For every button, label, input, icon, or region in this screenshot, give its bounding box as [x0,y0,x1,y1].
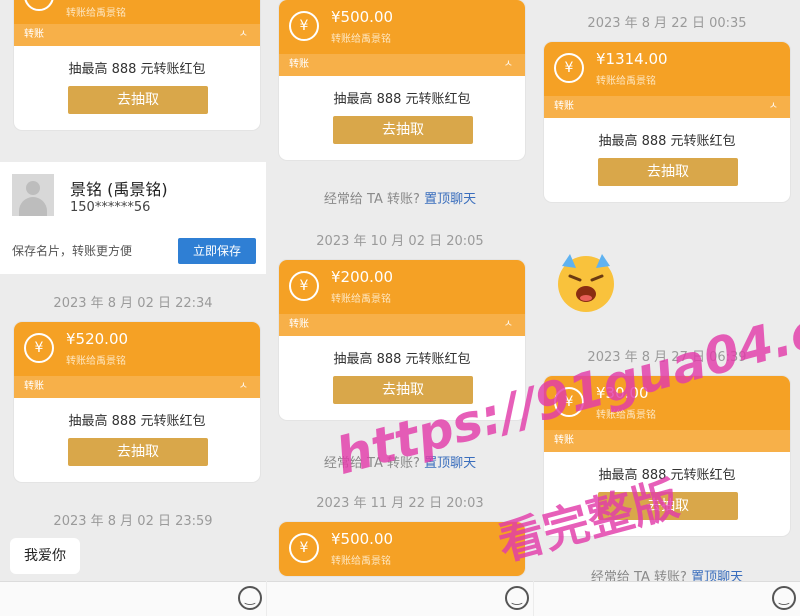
timestamp: 2023 年 11 月 22 日 20:03 [316,496,484,511]
transfer-note: 转账给禹景铭 [596,410,656,421]
sticky-prompt-text: 经常给 TA 转账? [323,192,420,207]
transfer-card[interactable]: ¥ ¥500.00 转账给禹景铭 [279,522,525,576]
transfer-label: 转账 [289,319,309,330]
contact-card[interactable]: 景铭 (禹景铭) 150******56 保存名片，转账更方便 立即保存 [0,162,266,274]
timestamp: 2023 年 10 月 02 日 20:05 [316,234,484,249]
promo-text: 抽最高 888 元转账红包 [68,414,206,429]
transfer-card[interactable]: ¥ 转账给禹景铭 转账 ㅅ 抽最高 888 元转账红包 去抽取 [14,0,260,130]
promo-section: 抽最高 888 元转账红包 去抽取 [279,76,525,160]
transfer-mark-icon: ㅅ [768,101,778,112]
transfer-card[interactable]: ¥ ¥1314.00 转账给禹景铭 转账 ㅅ 抽最高 888 元转账红包 去抽取 [544,42,790,202]
transfer-note: 转账给禹景铭 [66,356,126,367]
promo-text: 抽最高 888 元转账红包 [598,468,736,483]
smile-icon[interactable]: ‿ [238,586,262,610]
promo-section: 抽最高 888 元转账红包 去抽取 [14,398,260,482]
promo-section: 抽最高 888 元转账红包 去抽取 [279,336,525,420]
timestamp: 2023 年 8 月 22 日 00:35 [587,16,747,31]
transfer-card-header: ¥ ¥1314.00 转账给禹景铭 [544,42,790,96]
promo-text: 抽最高 888 元转账红包 [333,352,471,367]
transfer-card-header: ¥ ¥200.00 转账给禹景铭 [279,260,525,314]
transfer-note: 转账给禹景铭 [66,8,126,19]
pin-chat-link[interactable]: 置顶聊天 [424,456,476,471]
input-bar[interactable]: ‿ [534,581,800,616]
draw-button[interactable]: 去抽取 [333,116,473,144]
promo-section: 抽最高 888 元转账红包 去抽取 [544,118,790,202]
transfer-label-bar: 转账 ㅅ [14,376,260,398]
transfer-label-bar: 转账 ㅅ [279,314,525,336]
transfer-card[interactable]: ¥ ¥500.00 转账给禹景铭 转账 ㅅ 抽最高 888 元转账红包 去抽取 [279,0,525,160]
sticky-chat-prompt: 经常给 TA 转账? 置顶聊天 [267,188,533,207]
transfer-amount: ¥500.00 [331,530,394,548]
transfer-card-header: ¥ ¥500.00 转账给禹景铭 [279,522,525,576]
transfer-card-header: ¥ 转账给禹景铭 [14,0,260,24]
transfer-amount: ¥500.00 [331,8,394,26]
draw-button[interactable]: 去抽取 [598,158,738,186]
transfer-card-header: ¥ ¥500.00 转账给禹景铭 [279,0,525,54]
draw-button[interactable]: 去抽取 [598,492,738,520]
transfer-label-bar: 转账 ㅅ [279,54,525,76]
transfer-amount: ¥520.00 [66,330,129,348]
transfer-card-header: ¥ ¥520.00 转账给禹景铭 [14,322,260,376]
transfer-note: 转账给禹景铭 [331,294,391,305]
chat-column-3: 2023 年 8 月 22 日 00:35 ¥ ¥1314.00 转账给禹景铭 … [534,0,800,616]
transfer-label-bar: 转账 [544,430,790,452]
yuan-coin-icon: ¥ [554,387,584,417]
transfer-card[interactable]: ¥ ¥200.00 转账给禹景铭 转账 ㅅ 抽最高 888 元转账红包 去抽取 [279,260,525,420]
sticky-chat-prompt: 经常给 TA 转账? 置顶聊天 [267,452,533,471]
transfer-label: 转账 [554,435,574,446]
chat-column-1: ¥ 转账给禹景铭 转账ㅅ 抽最高 888 元转账红包 去抽取 景铭 (禹景铭) … [0,0,266,616]
transfer-amount: ¥200.00 [331,268,394,286]
transfer-amount: ¥1314.00 [596,50,668,68]
timestamp: 2023 年 8 月 27 日 06:39 [587,350,747,365]
promo-section: 抽最高 888 元转账红包 去抽取 [544,452,790,536]
smile-icon[interactable]: ‿ [772,586,796,610]
transfer-note: 转账给禹景铭 [596,76,656,87]
smile-icon[interactable]: ‿ [505,586,529,610]
yuan-coin-icon: ¥ [289,533,319,563]
message-bubble: 我爱你 [10,538,80,574]
yuan-coin-icon: ¥ [289,11,319,41]
transfer-label: 转账 [289,59,309,70]
contact-phone: 150******56 [70,200,151,215]
timestamp: 2023 年 8 月 02 日 23:59 [53,514,213,529]
input-bar[interactable]: ‿ [267,581,533,616]
yuan-coin-icon: ¥ [554,53,584,83]
transfer-label-bar: 转账 ㅅ [544,96,790,118]
sticky-prompt-text: 经常给 TA 转账? [323,456,420,471]
save-hint: 保存名片，转账更方便 [12,244,133,258]
transfer-card-header: ¥ ¥30.00 转账给禹景铭 [544,376,790,430]
transfer-label: 转账 [24,29,44,40]
save-contact-button[interactable]: 立即保存 [178,238,256,264]
input-bar[interactable]: ‿ [0,581,266,616]
transfer-card[interactable]: ¥ ¥520.00 转账给禹景铭 转账 ㅅ 抽最高 888 元转账红包 去抽取 [14,322,260,482]
yuan-coin-icon: ¥ [289,271,319,301]
transfer-mark-icon: ㅅ [503,319,513,330]
transfer-label: 转账 [554,101,574,112]
draw-button[interactable]: 去抽取 [68,86,208,114]
transfer-card[interactable]: ¥ ¥30.00 转账给禹景铭 转账 抽最高 888 元转账红包 去抽取 [544,376,790,536]
transfer-mark-icon: ㅅ [238,381,248,392]
pin-chat-link[interactable]: 置顶聊天 [424,192,476,207]
transfer-amount: ¥30.00 [596,384,649,402]
crying-laughing-emoji [558,254,614,312]
transfer-note: 转账给禹景铭 [331,556,391,567]
draw-button[interactable]: 去抽取 [333,376,473,404]
transfer-label: 转账 [24,381,44,392]
yuan-coin-icon: ¥ [24,0,54,11]
promo-text: 抽最高 888 元转账红包 [598,134,736,149]
contact-name: 景铭 (禹景铭) [70,180,168,199]
chat-column-2: ¥ ¥500.00 转账给禹景铭 转账ㅅ 抽最高 888 元转账红包 去抽取 经… [267,0,533,616]
avatar [12,174,54,216]
draw-button[interactable]: 去抽取 [68,438,208,466]
transfer-label-bar: 转账 ㅅ [14,24,260,46]
timestamp: 2023 年 8 月 02 日 22:34 [53,296,213,311]
transfer-mark-icon: ㅅ [238,29,248,40]
transfer-note: 转账给禹景铭 [331,34,391,45]
yuan-coin-icon: ¥ [24,333,54,363]
transfer-mark-icon: ㅅ [503,59,513,70]
promo-text: 抽最高 888 元转账红包 [333,92,471,107]
promo-section: 抽最高 888 元转账红包 去抽取 [14,46,260,130]
promo-text: 抽最高 888 元转账红包 [68,62,206,77]
